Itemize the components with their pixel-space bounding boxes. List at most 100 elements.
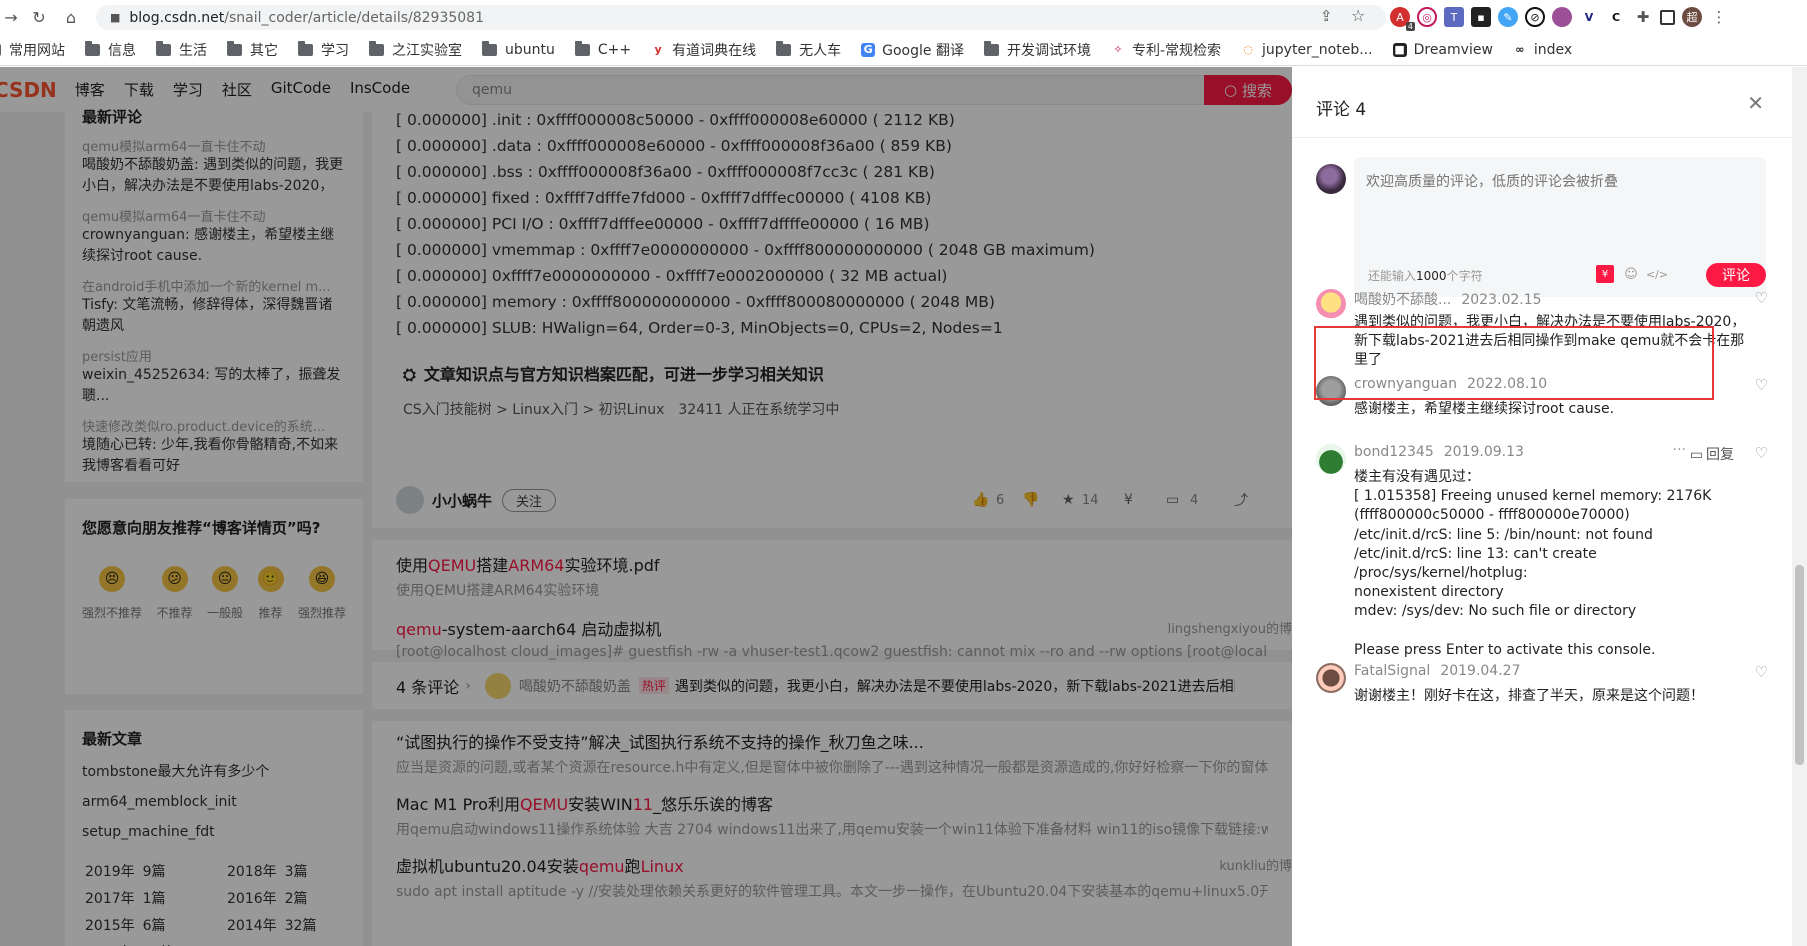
comment-input[interactable] <box>1366 171 1746 241</box>
back-icon[interactable]: → <box>0 6 22 28</box>
sidepanel-icon[interactable] <box>1660 9 1675 25</box>
bookmark-label: 学习 <box>321 42 349 59</box>
close-icon[interactable]: ✕ <box>1747 91 1764 115</box>
comment-body-line: mdev: /sys/dev: No such file or director… <box>1354 603 1637 620</box>
submit-comment-button[interactable]: 评论 <box>1706 263 1766 287</box>
game-extension-icon[interactable]: ▪ <box>1471 7 1491 27</box>
reply-icon: ▭ <box>1689 447 1703 463</box>
modal-overlay[interactable] <box>0 67 1292 946</box>
bookmark-item[interactable]: 生活 <box>156 40 207 60</box>
like-icon[interactable]: ♡ <box>1755 663 1768 681</box>
vue-extension-icon[interactable]: V <box>1579 7 1599 27</box>
browser-toolbar: → ↻ ⌂ ■ blog.csdn.net/snail_coder/articl… <box>0 0 1807 34</box>
menu-icon[interactable]: ⋮ <box>1709 7 1729 27</box>
bookmark-item[interactable]: 之江实验室 <box>369 40 462 60</box>
drawer-title: 评论 4 <box>1316 100 1367 120</box>
translate-extension-icon[interactable]: T <box>1444 7 1464 27</box>
abp-extension-icon[interactable]: A4 <box>1390 7 1415 31</box>
bookmark-item[interactable]: 学习 <box>298 40 349 60</box>
bookmark-item[interactable]: 其它 <box>227 40 278 60</box>
bookmark-item[interactable]: ∞ index <box>1512 42 1572 58</box>
bookmark-item[interactable]: ✧ 专利-常规检索 <box>1110 40 1222 60</box>
bookmark-item[interactable]: ◌ jupyter_noteb... <box>1241 42 1373 58</box>
youdao-icon: y <box>651 42 666 57</box>
bookmark-label: 常用网站 <box>9 42 65 59</box>
comment-drawer: 评论 4 ✕ 还能输入1000个字符 ¥ ☺ </> 评论 喝酸奶不舔酸... 2… <box>1292 67 1792 946</box>
bookmark-item[interactable]: y 有道词典在线 <box>651 40 756 60</box>
openai-extension-icon[interactable]: ◎ <box>1417 7 1437 27</box>
dreamview-icon: ■ <box>1392 42 1407 57</box>
my-avatar <box>1316 164 1346 194</box>
bookmarks-bar: 常用网站 信息 生活 其它 学习 之江实验室 ubuntu C++ y 有道词典在线 无人车 G Goo… <box>0 34 1807 66</box>
bookmark-item[interactable]: 开发调试环境 <box>983 40 1091 60</box>
ext-badge: 4 <box>1405 22 1415 31</box>
comment-body-line: /etc/init.d/rcS: line 5: /bin/nount: not… <box>1354 526 1653 543</box>
c-extension-icon[interactable]: C <box>1606 7 1626 27</box>
bookmark-star-icon[interactable]: ☆ <box>1351 6 1365 25</box>
folder-icon <box>574 40 590 56</box>
comment-box: 还能输入1000个字符 ¥ ☺ </> 评论 <box>1354 157 1766 297</box>
bookmark-label: 专利-常规检索 <box>1131 42 1222 59</box>
like-icon[interactable]: ♡ <box>1755 289 1768 307</box>
highlight-box <box>1314 326 1714 400</box>
comment-user[interactable]: FatalSignal <box>1354 663 1430 679</box>
commenter-avatar[interactable] <box>1316 444 1346 474</box>
comment-body-line: Please press Enter to activate this cons… <box>1354 641 1656 658</box>
share-icon[interactable]: ⇪ <box>1320 7 1333 25</box>
count-prefix: 还能输入 <box>1368 269 1417 283</box>
bookmark-label: 有道词典在线 <box>672 42 757 59</box>
block-extension-icon[interactable]: ⊘ <box>1525 7 1545 27</box>
bookmark-item[interactable]: C++ <box>574 40 632 58</box>
folder-icon <box>776 40 792 56</box>
like-icon[interactable]: ♡ <box>1755 444 1768 462</box>
puzzle-extension-icon[interactable]: ✚ <box>1633 7 1653 27</box>
url-host: blog.csdn.net <box>129 9 225 26</box>
scroll-thumb[interactable] <box>1795 565 1804 765</box>
comment-body-line <box>1354 622 1756 641</box>
bookmark-label: 开发调试环境 <box>1006 42 1091 59</box>
bookmark-item[interactable]: ■ Dreamview <box>1392 41 1493 58</box>
count-value: 1000 <box>1416 269 1447 283</box>
comment-header: 喝酸奶不舔酸... 2023.02.15 <box>1354 289 1542 309</box>
bookmark-label: 信息 <box>108 42 136 59</box>
jupyter-icon: ◌ <box>1241 42 1256 57</box>
more-icon[interactable]: ··· <box>1673 442 1686 458</box>
like-icon[interactable]: ♡ <box>1755 376 1768 394</box>
comment-body-line: (ffff800000c50000 - ffff800000e70000) <box>1354 507 1630 524</box>
bookmark-label: C++ <box>597 41 632 58</box>
reply-button[interactable]: ▭ 回复 <box>1690 444 1734 464</box>
extensions-strip: A4 ◎ T ▪ ✎ ⊘ V C ✚ 超 ⋮ <box>1390 5 1729 31</box>
bookmark-item[interactable]: 常用网站 <box>0 40 65 60</box>
comment-user[interactable]: bond12345 <box>1354 444 1434 460</box>
bookmark-item[interactable]: 无人车 <box>776 40 841 60</box>
home-icon[interactable]: ⌂ <box>60 6 82 28</box>
purple-extension-icon[interactable] <box>1552 7 1572 27</box>
bookmark-item[interactable]: 信息 <box>85 40 136 60</box>
comment-date: 2023.02.15 <box>1461 292 1542 308</box>
divider <box>1292 137 1792 138</box>
profile-avatar[interactable]: 超 <box>1682 7 1702 27</box>
reload-icon[interactable]: ↻ <box>28 6 50 28</box>
char-count: 还能输入1000个字符 <box>1368 267 1483 284</box>
bookmark-label: Dreamview <box>1413 41 1493 58</box>
page-scrollbar[interactable] <box>1792 67 1807 946</box>
folder-icon <box>369 40 384 56</box>
commenter-avatar[interactable] <box>1316 289 1346 319</box>
patent-icon: ✧ <box>1110 42 1125 57</box>
bookmark-label: 生活 <box>179 42 207 59</box>
comment-user[interactable]: 喝酸奶不舔酸... <box>1354 292 1451 308</box>
bookmark-label: ubuntu <box>505 41 555 58</box>
folder-icon <box>227 40 242 56</box>
address-bar[interactable]: ■ blog.csdn.net/snail_coder/article/deta… <box>96 5 1386 30</box>
commenter-avatar[interactable] <box>1316 663 1346 693</box>
bookmark-label: jupyter_noteb... <box>1262 41 1373 58</box>
code-icon[interactable]: </> <box>1646 265 1668 283</box>
comment-date: 2019.04.27 <box>1440 663 1521 679</box>
red-packet-icon[interactable]: ¥ <box>1596 265 1614 283</box>
feather-extension-icon[interactable]: ✎ <box>1498 7 1518 27</box>
comment-header: FatalSignal 2019.04.27 <box>1354 663 1520 679</box>
emoji-icon[interactable]: ☺ <box>1622 265 1640 283</box>
bookmark-item[interactable]: ubuntu <box>482 40 555 58</box>
bookmark-item[interactable]: G Google 翻译 <box>861 40 964 60</box>
bookmark-label: 之江实验室 <box>392 42 462 59</box>
